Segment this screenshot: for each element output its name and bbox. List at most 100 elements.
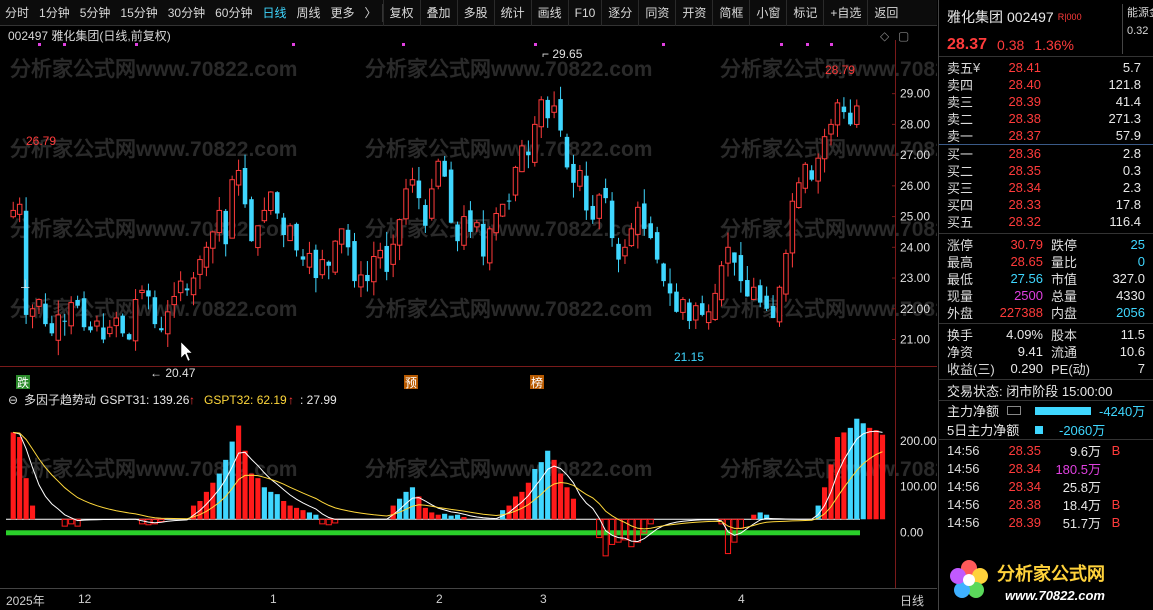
indicator-yaxis-tick: 100.00 [900,480,937,494]
list-icon [1007,406,1021,415]
period-tab[interactable]: 5分钟 [75,0,116,26]
watermark-text: 分析家公式网www.70822.com [365,137,652,161]
main-net-5d-value: -2060万 [1059,423,1106,438]
candle-body [648,223,653,239]
period-tab[interactable]: 分时 [0,0,34,26]
indicator-icon[interactable]: ⊖ [8,393,18,407]
yaxis-tick: 24.00 [900,240,930,254]
indicator-bar [461,517,467,520]
ask-row[interactable]: 卖五 ¥28.41 5.7 [939,59,1153,76]
candle-body [474,222,480,228]
toolbar-button[interactable]: 叠加 [419,0,457,26]
mouse-cursor-icon [180,341,193,362]
ask-row[interactable]: 卖二 28.38 271.3 [939,110,1153,127]
bid-row[interactable]: 买一 28.36 2.8 [939,145,1153,162]
period-tab[interactable]: 60分钟 [210,0,257,26]
ask-row[interactable]: 卖三 28.39 41.4 [939,93,1153,110]
indicator-bar [538,462,544,520]
bid-price: 28.33 [1008,197,1041,212]
watermark-text: 分析家公式网www.70822.com [365,217,652,241]
yaxis-tick: 25.00 [900,210,930,224]
ask-flag: ¥ [973,60,981,75]
period-tab[interactable]: 更多 [326,0,360,26]
toolbar-button[interactable]: 小窗 [749,0,786,26]
toolbar-button[interactable]: 开资 [675,0,712,26]
ask-label: 卖一 [947,129,974,144]
indicator-bar [757,512,763,520]
candle-body [705,311,712,324]
stat-label: 外盘 [947,306,974,321]
tick-time: 14:56 [947,514,980,530]
toolbar-button[interactable]: F10 [567,0,602,26]
stat-value: 2500 [1014,288,1043,303]
signal-dot [806,43,809,46]
bid-row[interactable]: 买四 28.33 17.8 [939,196,1153,213]
period-tab[interactable]: 30分钟 [163,0,210,26]
candle-body [152,297,158,325]
bid-row[interactable]: 买五 28.32 116.4 [939,213,1153,230]
main-net-label: 主力净额 [947,404,1000,419]
toolbar-button[interactable]: 返回 [867,0,904,26]
indicator-bar [442,513,448,520]
chevron-right-icon[interactable]: 〉 [360,0,382,26]
toolbar-button[interactable]: 标记 [786,0,823,26]
toolbar-button[interactable]: 复权 [382,0,420,26]
candle-body [506,200,512,202]
ask-row[interactable]: 卖一 28.37 57.9 [939,127,1153,144]
watermark-text: 分析家公式网www.70822.com [10,57,297,81]
indicator-bar [532,469,538,520]
candle-body [699,303,705,315]
diamond-icon[interactable]: ◇ [880,29,890,43]
period-tab[interactable]: 周线 [291,0,325,26]
candle-body [577,169,583,187]
candle-body [519,145,525,173]
yaxis-tick: 29.00 [900,87,930,101]
candle-body [764,295,769,309]
candle-body [190,277,197,296]
tick-volume: 180.5万 [1055,461,1101,477]
ask-row[interactable]: 卖四 28.40 121.8 [939,76,1153,93]
candle-body [159,328,164,331]
toolbar-button[interactable]: 多股 [456,0,494,26]
toolbar-button[interactable]: +自选 [823,0,867,26]
toolbar-button[interactable]: 画线 [530,0,568,26]
period-tab[interactable]: 1分钟 [34,0,75,26]
bid-row[interactable]: 买三 28.34 2.3 [939,179,1153,196]
indicator-bar [229,441,235,520]
ask-volume: 121.8 [1108,77,1141,92]
candle-body [29,308,36,317]
candle-body [776,286,783,323]
tick-price: 28.38 [1008,496,1041,512]
candle-body [628,228,635,247]
collapse-icon[interactable]: ▢ [898,29,909,43]
toolbar-button[interactable]: 同资 [638,0,675,26]
signal-dot [38,43,41,46]
toolbar-button[interactable]: 统计 [493,0,531,26]
x-axis: 2025年 12 1 2 3 4 日线 [0,588,937,610]
tick-row: 14:56 28.35 9.6万 B [939,441,1153,459]
period-tab[interactable]: 日线 [257,0,291,26]
candle-body [352,241,357,282]
period-tab[interactable]: 15分钟 [115,0,162,26]
flag-badge-label: 预 [405,376,417,390]
candle-body [255,225,261,249]
sector-box[interactable]: 能源金 0.32 [1122,4,1153,54]
bid-row[interactable]: 买二 28.35 0.3 [939,162,1153,179]
toolbar-button[interactable]: 逐分 [601,0,638,26]
right-peak-annotation: 28.79 [825,63,855,77]
candle-body [732,252,737,263]
stock-tag: R|000 [1057,12,1082,22]
signal-dot [780,43,783,46]
gspt32-label: GSPT32: 62.19 [204,393,287,407]
signal-dot [662,43,665,46]
stat-value: 4330 [1116,288,1145,303]
candle-body [848,112,853,125]
yaxis-tick: 28.00 [900,117,930,131]
tick-row: 14:56 28.38 18.4万 B [939,495,1153,513]
ask-price: 28.40 [1008,77,1041,92]
toolbar-button[interactable]: 简框 [712,0,749,26]
left-peak-annotation: 26.79 [26,134,56,148]
chart-area[interactable]: 分析家公式网www.70822.com 分析家公式网www.70822.com 分析… [0,26,937,588]
main-net-row[interactable]: 主力净额 -4240万 [939,401,1153,420]
candle-body [512,166,519,196]
